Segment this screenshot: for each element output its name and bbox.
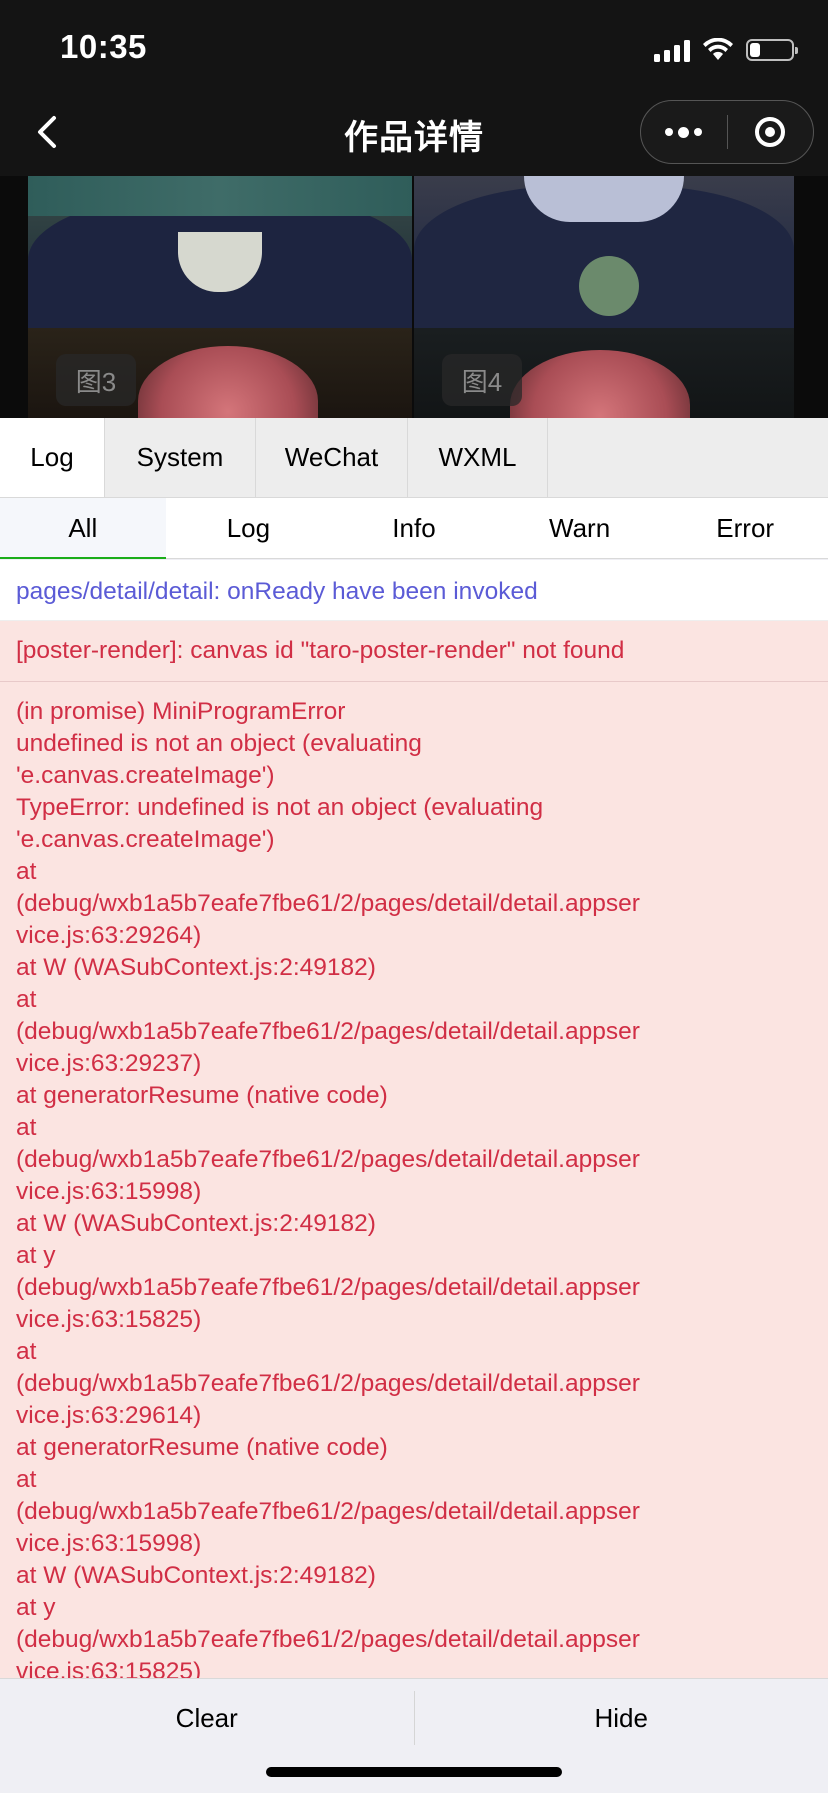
- filter-info[interactable]: Info: [331, 498, 497, 558]
- wifi-icon: [702, 38, 734, 62]
- stacktrace-line: (debug/wxb1a5b7eafe7fbe61/2/pages/detail…: [16, 1496, 812, 1528]
- stacktrace-line: vice.js:63:29614): [16, 1400, 812, 1432]
- stacktrace-line: (debug/wxb1a5b7eafe7fbe61/2/pages/detail…: [16, 1624, 812, 1656]
- stacktrace-line: TypeError: undefined is not an object (e…: [16, 792, 812, 824]
- more-dots-icon: [665, 127, 702, 138]
- stacktrace-line: at W (WASubContext.js:2:49182): [16, 1208, 812, 1240]
- console-tabs: Log System WeChat WXML: [0, 418, 828, 498]
- battery-level: [750, 43, 760, 57]
- nav-bar: 作品详情: [0, 88, 828, 176]
- skin-shape: [28, 176, 412, 216]
- stacktrace-line: 'e.canvas.createImage'): [16, 760, 812, 792]
- artwork-image-4[interactable]: 图4: [414, 328, 794, 418]
- badge-shape: [579, 256, 639, 316]
- stacktrace-line: undefined is not an object (evaluating: [16, 728, 812, 760]
- stacktrace-line: (debug/wxb1a5b7eafe7fbe61/2/pages/detail…: [16, 1368, 812, 1400]
- log-entry-error-stacktrace[interactable]: (in promise) MiniProgramErrorundefined i…: [0, 682, 828, 1678]
- hair-shape: [510, 350, 690, 418]
- tab-log[interactable]: Log: [0, 418, 105, 497]
- stacktrace-line: 'e.canvas.createImage'): [16, 824, 812, 856]
- stacktrace-line: vice.js:63:15998): [16, 1528, 812, 1560]
- tab-system[interactable]: System: [105, 418, 256, 497]
- artwork-image-2[interactable]: [414, 176, 794, 328]
- log-level-filter: All Log Info Warn Error: [0, 498, 828, 559]
- filter-log[interactable]: Log: [166, 498, 332, 558]
- close-mini-program-button[interactable]: [728, 101, 814, 163]
- cellular-signal-icon: [654, 38, 690, 62]
- mini-program-capsule: [640, 100, 814, 164]
- more-menu-button[interactable]: [641, 101, 727, 163]
- filter-all[interactable]: All: [0, 498, 166, 558]
- tab-wechat[interactable]: WeChat: [256, 418, 408, 497]
- stacktrace-line: vice.js:63:15998): [16, 1176, 812, 1208]
- stacktrace-line: at generatorResume (native code): [16, 1080, 812, 1112]
- stacktrace-line: at y: [16, 1592, 812, 1624]
- stacktrace-line: at: [16, 1464, 812, 1496]
- stacktrace-line: at generatorResume (native code): [16, 1432, 812, 1464]
- log-list[interactable]: pages/detail/detail: onReady have been i…: [0, 560, 828, 1678]
- artwork-image-3[interactable]: 图3: [28, 328, 412, 418]
- stacktrace-line: (debug/wxb1a5b7eafe7fbe61/2/pages/detail…: [16, 1016, 812, 1048]
- stacktrace-line: at W (WASubContext.js:2:49182): [16, 1560, 812, 1592]
- hair-shape: [138, 346, 318, 418]
- stacktrace-line: at: [16, 1336, 812, 1368]
- image-label: 图4: [442, 354, 522, 406]
- home-indicator: [266, 1767, 562, 1777]
- artwork-image-1[interactable]: [28, 176, 412, 328]
- stacktrace-line: (in promise) MiniProgramError: [16, 696, 812, 728]
- stacktrace-line: (debug/wxb1a5b7eafe7fbe61/2/pages/detail…: [16, 1272, 812, 1304]
- clear-button[interactable]: Clear: [0, 1679, 414, 1757]
- stacktrace-line: at W (WASubContext.js:2:49182): [16, 952, 812, 984]
- stacktrace-line: at: [16, 984, 812, 1016]
- stacktrace-line: (debug/wxb1a5b7eafe7fbe61/2/pages/detail…: [16, 888, 812, 920]
- stacktrace-line: vice.js:63:15825): [16, 1304, 812, 1336]
- stacktrace-line: (debug/wxb1a5b7eafe7fbe61/2/pages/detail…: [16, 1144, 812, 1176]
- stacktrace-line: at: [16, 1112, 812, 1144]
- status-icons: [654, 36, 794, 64]
- hide-button[interactable]: Hide: [415, 1679, 828, 1757]
- status-bar: 10:35: [0, 0, 828, 88]
- stacktrace-line: vice.js:63:29237): [16, 1048, 812, 1080]
- log-entry-error[interactable]: [poster-render]: canvas id "taro-poster-…: [0, 621, 828, 682]
- tab-wxml[interactable]: WXML: [408, 418, 548, 497]
- stacktrace-line: vice.js:63:15825): [16, 1656, 812, 1678]
- battery-icon: [746, 39, 794, 61]
- stacktrace-line: at: [16, 856, 812, 888]
- artwork-gallery: 图3 图4: [0, 176, 828, 418]
- close-target-icon: [755, 117, 785, 147]
- log-entry-info[interactable]: pages/detail/detail: onReady have been i…: [0, 560, 828, 621]
- filter-warn[interactable]: Warn: [497, 498, 663, 558]
- collar-shape: [524, 176, 684, 222]
- status-time: 10:35: [60, 28, 147, 66]
- stacktrace-line: at y: [16, 1240, 812, 1272]
- image-label: 图3: [56, 354, 136, 406]
- filter-error[interactable]: Error: [662, 498, 828, 558]
- stacktrace-line: vice.js:63:29264): [16, 920, 812, 952]
